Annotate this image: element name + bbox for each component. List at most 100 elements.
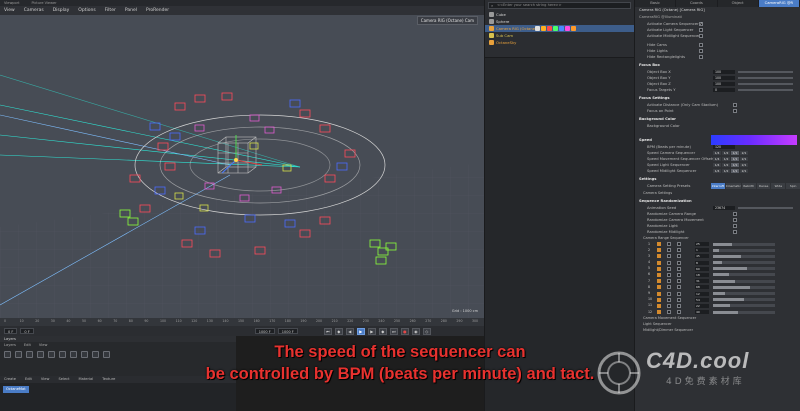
object-tag-icon[interactable] <box>541 26 546 31</box>
end-frame-field[interactable]: 1000 F <box>254 328 275 334</box>
go-end-icon[interactable]: ⏭ <box>389 327 398 335</box>
manager-icon[interactable] <box>37 351 44 358</box>
mat-menu-texture[interactable]: Texture <box>102 376 115 383</box>
layers-menu-view[interactable]: View <box>39 342 48 348</box>
tab-picture-viewer[interactable]: Picture Viewer <box>31 1 56 5</box>
step-value[interactable]: 40 <box>695 310 709 315</box>
step-value[interactable]: 68 <box>695 285 709 290</box>
step-value[interactable]: 18 <box>695 272 709 277</box>
step-checkbox[interactable] <box>667 285 671 290</box>
randomization-checkbox[interactable] <box>733 230 737 234</box>
step-slider[interactable] <box>713 254 775 258</box>
object-row[interactable]: Cube <box>485 11 634 18</box>
tab-coords[interactable]: Coords <box>676 0 718 7</box>
step-slider[interactable] <box>713 261 775 265</box>
step-slider[interactable] <box>713 242 775 246</box>
material-item[interactable]: OctaneMat <box>3 386 29 393</box>
layers-menu-layers[interactable]: Layers <box>4 342 16 348</box>
animation-icon[interactable] <box>59 351 66 358</box>
step-checkbox[interactable] <box>667 279 671 284</box>
preview-end-field[interactable]: 1000 F <box>277 328 298 334</box>
hide-option-checkbox[interactable] <box>699 49 703 53</box>
menu-cameras[interactable]: Cameras <box>24 8 44 13</box>
hide-option-checkbox[interactable] <box>699 55 703 59</box>
speed-chip[interactable]: 1/1 <box>731 169 739 173</box>
step-lock-checkbox[interactable] <box>677 260 681 265</box>
current-frame-field[interactable]: 0 F <box>20 328 34 334</box>
focus-setting-checkbox[interactable] <box>733 103 737 107</box>
activate-option-checkbox[interactable] <box>699 21 703 27</box>
prev-key-icon[interactable]: ◆ <box>334 327 343 335</box>
mat-menu-material[interactable]: Material <box>79 376 94 383</box>
object-name[interactable]: OctaneSky <box>496 40 516 45</box>
object-name[interactable]: Cube <box>496 12 506 17</box>
speed-chip[interactable]: 1/2 <box>722 169 730 173</box>
step-lock-checkbox[interactable] <box>677 279 681 284</box>
next-key-icon[interactable]: ◆ <box>378 327 387 335</box>
object-tag-icon[interactable] <box>571 26 576 31</box>
speed-chip[interactable]: 1/4 <box>713 157 721 161</box>
deformer-icon[interactable] <box>81 351 88 358</box>
render-icon[interactable] <box>26 351 33 358</box>
tab-viewport[interactable]: Viewport <box>4 1 19 5</box>
speed-chip[interactable]: 2/1 <box>740 151 748 155</box>
step-slider[interactable] <box>713 267 775 271</box>
play-icon[interactable]: ▶ <box>356 327 365 335</box>
object-name[interactable]: Sphere <box>496 19 509 24</box>
eye-icon[interactable] <box>15 351 22 358</box>
timeline-ruler[interactable]: 0 10 20 30 40 50 60 70 80 90 100 110 120 130 140 150 160… <box>0 318 484 326</box>
focus-box-slider[interactable] <box>738 71 793 73</box>
object-name[interactable]: Sub Cam <box>496 33 513 38</box>
focus-setting-checkbox[interactable] <box>733 109 737 113</box>
speed-chip[interactable]: 1/4 <box>713 163 721 167</box>
animation-seed-value[interactable]: 23674 <box>713 206 735 210</box>
step-value[interactable]: 54 <box>695 297 709 302</box>
step-slider[interactable] <box>713 273 775 277</box>
step-lock-checkbox[interactable] <box>677 310 681 315</box>
speed-chip[interactable]: 2/1 <box>740 169 748 173</box>
keyframe-icon[interactable]: ◇ <box>422 327 431 335</box>
menu-filter[interactable]: Filter <box>105 8 116 13</box>
step-lock-checkbox[interactable] <box>677 266 681 271</box>
step-checkbox[interactable] <box>667 254 671 259</box>
focus-box-value[interactable]: 0 <box>713 88 735 92</box>
step-checkbox[interactable] <box>667 260 671 265</box>
randomization-checkbox[interactable] <box>733 218 737 222</box>
step-value[interactable]: 1 <box>695 248 709 253</box>
step-checkbox[interactable] <box>667 310 671 315</box>
solo-icon[interactable] <box>4 351 11 358</box>
focus-box-slider[interactable] <box>738 77 793 79</box>
step-slider[interactable] <box>713 279 775 283</box>
step-checkbox[interactable] <box>667 297 671 302</box>
step-value[interactable]: 8 <box>695 260 709 265</box>
randomization-checkbox[interactable] <box>733 224 737 228</box>
tab-basic[interactable]: Basic <box>635 0 677 7</box>
object-tag-icon[interactable] <box>535 26 540 31</box>
step-slider[interactable] <box>713 304 775 308</box>
speed-chip[interactable]: 1/4 <box>713 169 721 173</box>
object-tag-icon[interactable] <box>559 26 564 31</box>
object-row[interactable]: Sub Cam <box>485 32 634 39</box>
step-lock-checkbox[interactable] <box>677 303 681 308</box>
object-tag-icon[interactable] <box>553 26 558 31</box>
step-checkbox[interactable] <box>667 248 671 253</box>
step-forward-icon[interactable]: ▶ <box>367 327 376 335</box>
object-name[interactable]: Camera RIG (Octane) <box>496 26 537 31</box>
menu-panel[interactable]: Panel <box>125 8 137 13</box>
step-checkbox[interactable] <box>667 291 671 296</box>
speed-chip[interactable]: 1/1 <box>731 157 739 161</box>
speed-chip[interactable]: 2/1 <box>740 163 748 167</box>
animation-seed-slider[interactable] <box>738 207 793 209</box>
3d-scene[interactable] <box>0 15 484 318</box>
activate-option-checkbox[interactable] <box>699 28 703 32</box>
step-lock-checkbox[interactable] <box>677 291 681 296</box>
menu-display[interactable]: Display <box>53 8 70 13</box>
hide-option-checkbox[interactable] <box>699 43 703 47</box>
speed-chip[interactable]: 1/2 <box>722 151 730 155</box>
mat-menu-create[interactable]: Create <box>4 376 16 383</box>
mat-menu-edit[interactable]: Edit <box>25 376 32 383</box>
step-checkbox[interactable] <box>667 266 671 271</box>
menu-prorender[interactable]: ProRender <box>146 8 169 13</box>
step-lock-checkbox[interactable] <box>677 272 681 277</box>
mat-menu-select[interactable]: Select <box>58 376 69 383</box>
